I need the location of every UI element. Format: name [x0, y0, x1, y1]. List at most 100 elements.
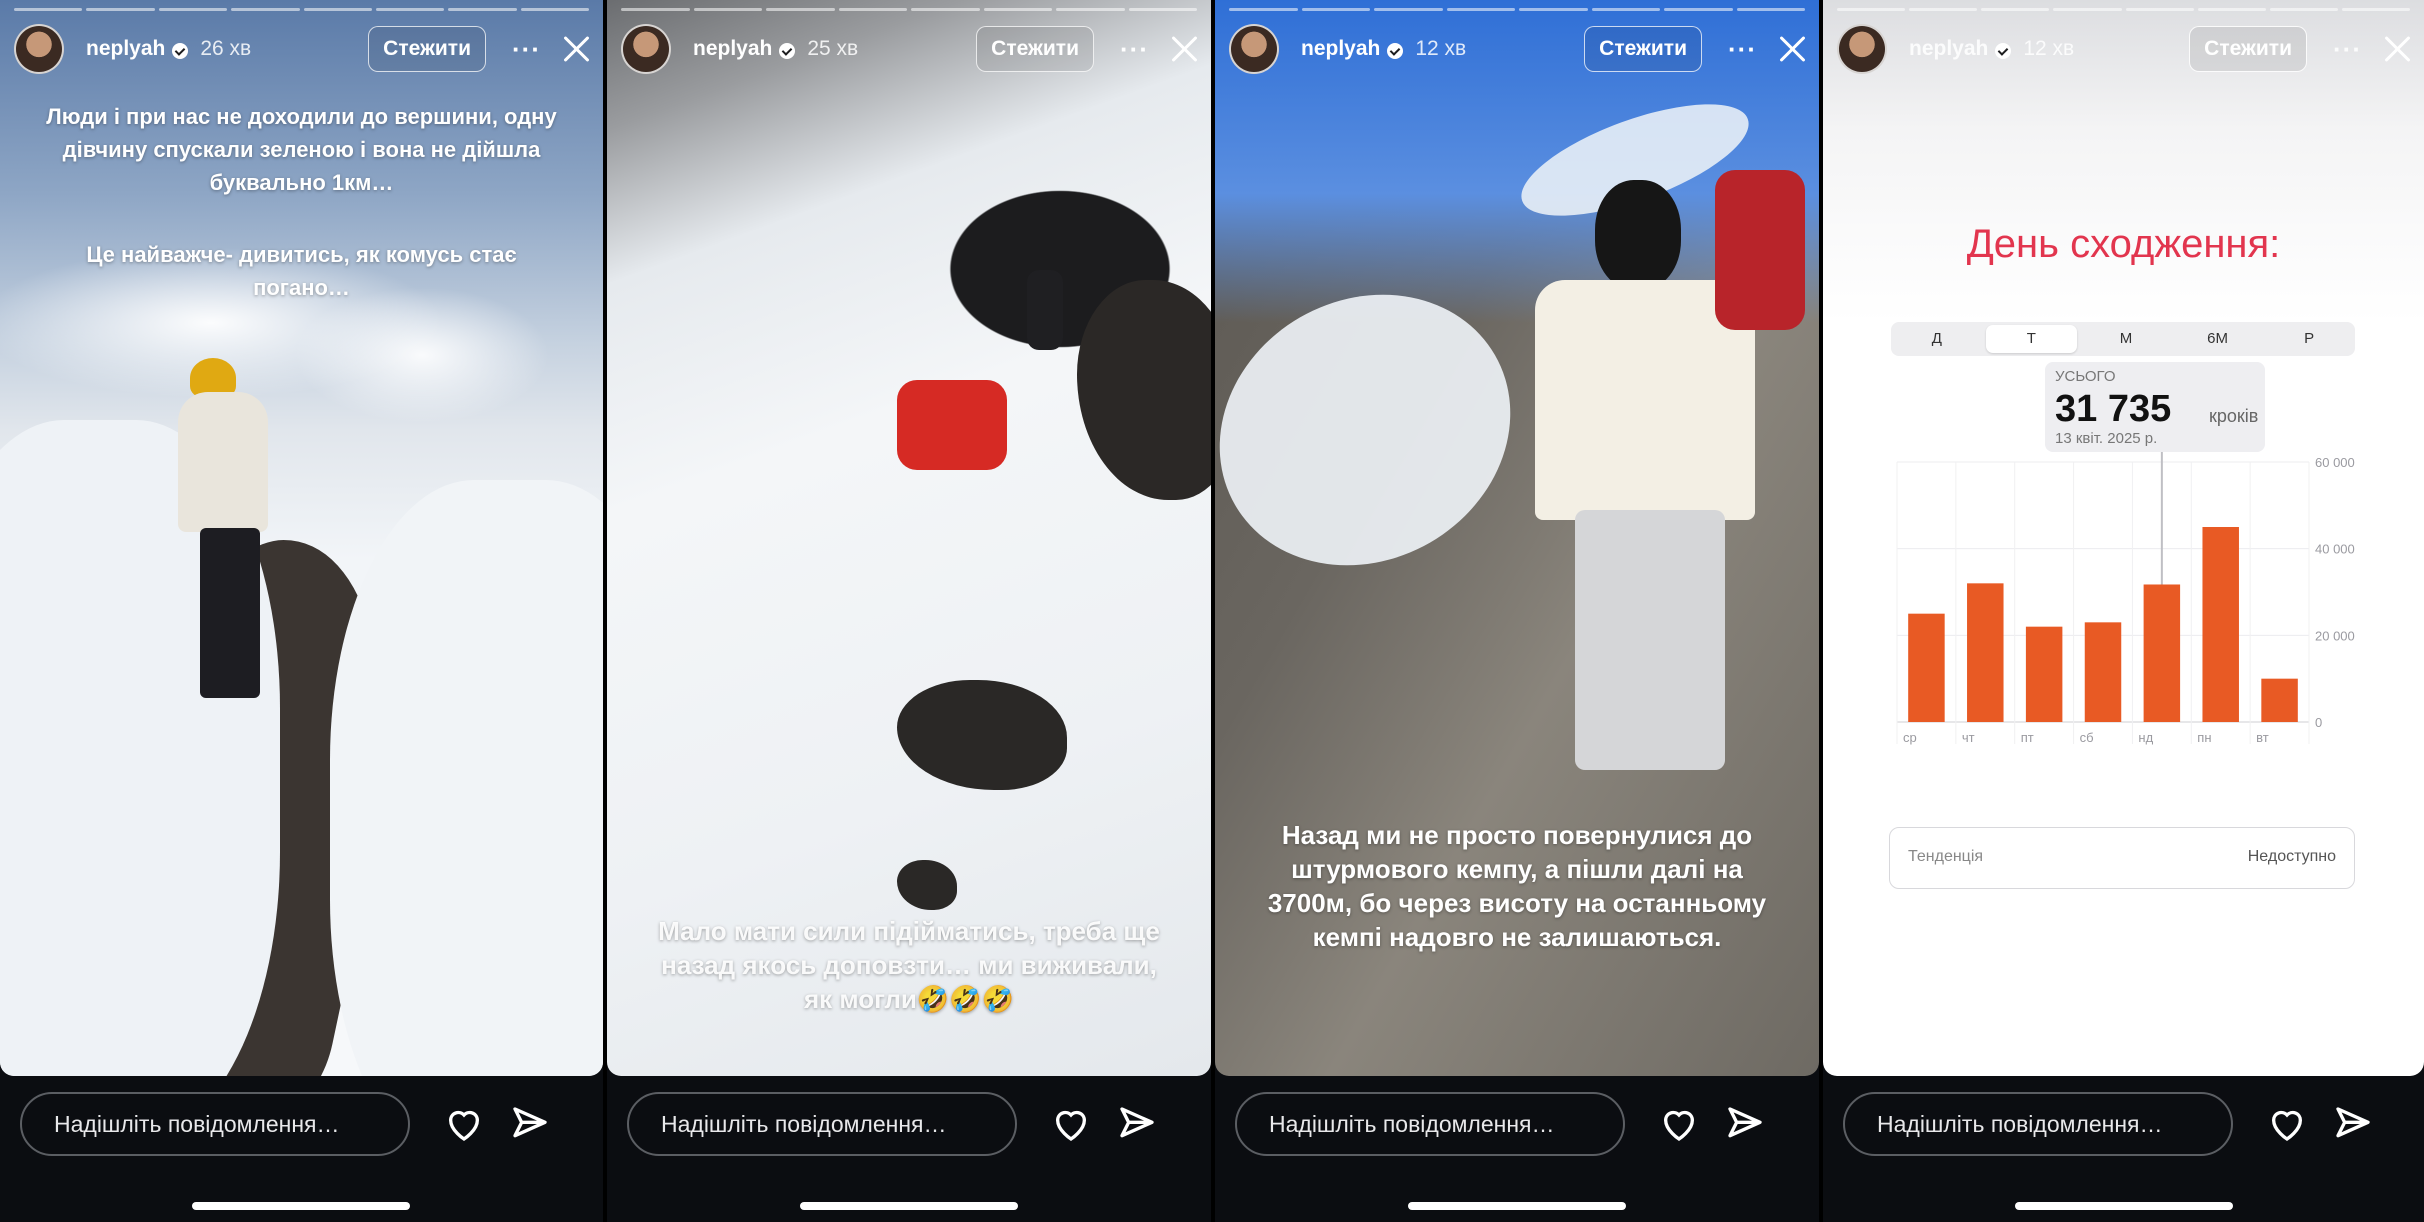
send-icon[interactable] [510, 1104, 550, 1144]
message-input[interactable]: Надішліть повідомлення… [1235, 1092, 1625, 1156]
post-time: 25 хв [807, 37, 859, 60]
username[interactable]: neplyah [1909, 37, 1988, 61]
home-indicator [2015, 1202, 2233, 1210]
rock [1077, 280, 1211, 500]
x-tick-label: сб [2080, 730, 2094, 745]
range-selector[interactable]: Д Т М 6М Р [1891, 322, 2355, 356]
avatar[interactable] [14, 24, 64, 74]
grey-leggings [1575, 510, 1725, 770]
red-backpack [897, 380, 1007, 470]
username[interactable]: neplyah [1301, 37, 1380, 61]
more-options-icon[interactable]: ··· [512, 34, 541, 65]
bar-ср[interactable] [1908, 613, 1945, 722]
heart-icon[interactable] [1659, 1104, 1699, 1144]
bar-пн[interactable] [2202, 527, 2239, 722]
red-jacket [1715, 170, 1805, 330]
message-input[interactable]: Надішліть повідомлення… [1843, 1092, 2233, 1156]
post-time: 26 хв [200, 37, 252, 60]
send-icon[interactable] [2333, 1104, 2373, 1144]
story-panel-1[interactable]: neplyah 26 хв Стежити ··· Люди і при нас… [0, 0, 603, 1222]
close-icon[interactable] [1777, 34, 1807, 64]
message-composer: Надішліть повідомлення… [20, 1090, 583, 1158]
story-title: День сходження: [1966, 222, 2281, 266]
x-tick-label: ср [1903, 730, 1917, 745]
send-icon[interactable] [1725, 1104, 1765, 1144]
story-header: neplyah 25 хв Стежити ··· [621, 22, 1199, 76]
x-tick-label: чт [1962, 730, 1975, 745]
rock [897, 860, 957, 910]
total-steps-value: 31 735 [2055, 388, 2172, 430]
send-icon[interactable] [1117, 1104, 1157, 1144]
y-tick-label: 20 000 [2315, 628, 2355, 643]
home-indicator [800, 1202, 1018, 1210]
bar-сб[interactable] [2084, 622, 2122, 722]
selection-tooltip: УСЬОГО 31 735 кроків 13 квіт. 2025 р. [2045, 362, 2265, 452]
post-time: 12 хв [1415, 37, 1467, 60]
total-label: УСЬОГО [2055, 368, 2116, 385]
y-tick-label: 60 000 [2315, 455, 2355, 470]
home-indicator [1408, 1202, 1626, 1210]
message-input[interactable]: Надішліть повідомлення… [627, 1092, 1017, 1156]
range-option-selected[interactable]: Т [1985, 325, 2078, 353]
more-options-icon[interactable]: ··· [1120, 34, 1149, 65]
story-header: neplyah 26 хв Стежити ··· [14, 22, 591, 76]
follow-button[interactable]: Стежити [976, 26, 1095, 72]
steps-card: Д Т М 6М Р УСЬОГО 31 735 кроків 13 квіт.… [1867, 322, 2363, 902]
heart-icon[interactable] [2267, 1104, 2307, 1144]
verified-badge-icon [779, 43, 796, 59]
more-options-icon[interactable]: ··· [1728, 34, 1757, 65]
heart-icon[interactable] [444, 1104, 484, 1144]
trend-label: Тенденція [1908, 848, 1984, 865]
verified-badge-icon [1995, 43, 2012, 59]
story-caption-2: Це найважче- дивитись, як комусь стає по… [86, 242, 517, 300]
follow-button[interactable]: Стежити [2189, 26, 2308, 72]
story-progress [621, 8, 1197, 11]
message-input[interactable]: Надішліть повідомлення… [20, 1092, 410, 1156]
story-header: neplyah 12 хв Стежити ··· [1837, 22, 2412, 76]
follow-button[interactable]: Стежити [368, 26, 487, 72]
avatar[interactable] [1229, 24, 1279, 74]
balaclava [1595, 180, 1681, 290]
username[interactable]: neplyah [86, 37, 165, 61]
range-option[interactable]: Р [2263, 322, 2355, 356]
verified-badge-icon [1387, 43, 1404, 59]
story-progress [14, 8, 589, 11]
steps-bar-chart: 0 20 000 40 000 60 000 ср чт пт сб нд пн вт [1896, 452, 2355, 745]
story-caption: Мало мати сили підійматись, треба ще наз… [658, 916, 1160, 1014]
story-panel-2[interactable]: neplyah 25 хв Стежити ··· Мало мати сили… [607, 0, 1211, 1222]
story-panel-4[interactable]: День сходження: Д Т М 6М Р УСЬОГО 31 735… [1823, 0, 2424, 1222]
range-option[interactable]: 6М [2172, 322, 2264, 356]
close-icon[interactable] [561, 34, 591, 64]
trend-row[interactable]: Тенденція Недоступно [1889, 827, 2355, 889]
post-time: 12 хв [2023, 37, 2075, 60]
snow-slope [330, 480, 603, 1076]
range-option[interactable]: М [2080, 322, 2172, 356]
bar-нд[interactable] [2143, 584, 2181, 722]
bar-чт[interactable] [1967, 583, 2004, 722]
climber-jacket [178, 392, 268, 532]
avatar[interactable] [1837, 24, 1887, 74]
heart-icon[interactable] [1051, 1104, 1091, 1144]
message-composer: Надішліть повідомлення… [627, 1090, 1191, 1158]
verified-badge-icon [172, 43, 189, 59]
y-tick-label: 0 [2315, 715, 2322, 730]
bar-вт[interactable] [2261, 678, 2298, 722]
story-progress [1837, 8, 2410, 11]
avatar[interactable] [621, 24, 671, 74]
range-option[interactable]: Д [1891, 322, 1983, 356]
home-indicator [192, 1202, 410, 1210]
steps-unit: кроків [2209, 406, 2259, 426]
x-tick-label: пт [2021, 730, 2034, 745]
x-tick-label: вт [2256, 730, 2269, 745]
close-icon[interactable] [2382, 34, 2412, 64]
x-tick-label: пн [2197, 730, 2211, 745]
story-progress [1229, 8, 1805, 11]
story-panel-3[interactable]: neplyah 12 хв Стежити ··· Назад ми не пр… [1215, 0, 1819, 1222]
follow-button[interactable]: Стежити [1584, 26, 1703, 72]
message-composer: Надішліть повідомлення… [1235, 1090, 1799, 1158]
more-options-icon[interactable]: ··· [2333, 34, 2362, 65]
x-tick-label: нд [2138, 730, 2153, 745]
bar-пт[interactable] [2025, 626, 2063, 722]
username[interactable]: neplyah [693, 37, 772, 61]
close-icon[interactable] [1169, 34, 1199, 64]
